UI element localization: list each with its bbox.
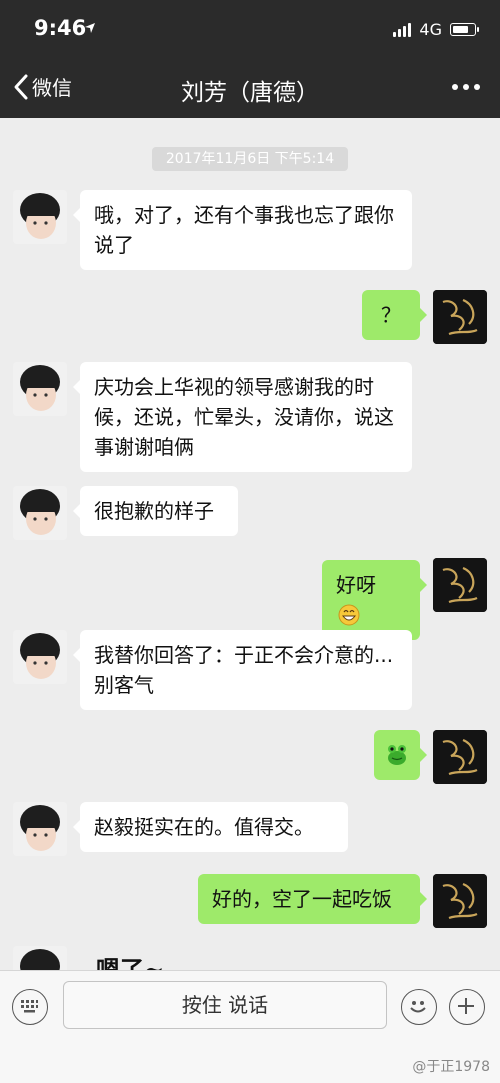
message-bubble-incoming[interactable]: 我替你回答了：于正不会介意的...别客气 [73,630,412,710]
message-bubble-outgoing[interactable]: 好的，空了一起吃饭 [198,874,427,924]
my-avatar[interactable] [433,558,487,612]
contact-avatar[interactable] [13,190,67,244]
battery-icon [450,23,479,36]
message-bubble-outgoing[interactable]: 好呀 [322,560,427,640]
smiley-icon [410,1001,426,1013]
contact-avatar[interactable] [13,362,67,416]
input-bar: 按住 说话 [0,970,500,1041]
timestamp-badge: 2017年11月6日 下午5:14 [152,147,348,171]
my-avatar[interactable] [433,874,487,928]
keyboard-toggle-button[interactable] [12,989,48,1025]
hold-to-talk-button[interactable]: 按住 说话 [63,981,387,1029]
message-bubble-outgoing[interactable]: ？ [362,290,427,340]
message-bubble-incoming[interactable]: 很抱歉的样子 [73,486,238,536]
emoji-button[interactable] [401,989,437,1025]
status-time: 9:46 [34,16,87,40]
grin-emoji-icon [338,604,360,626]
contact-avatar[interactable] [13,802,67,856]
more-functions-button[interactable] [449,989,485,1025]
watermark: @于正1978 [412,1059,490,1075]
signal-icon [393,22,412,37]
bottom-area: @于正1978 [0,1040,500,1083]
sticker-message[interactable]: 嗯了~ [96,950,164,970]
message-list[interactable]: 2017年11月6日 下午5:14 哦，对了，还有个事我也忘了跟你说了 ？ 庆功… [0,118,500,970]
network-label: 4G [419,20,442,39]
status-bar: 9:46 4G [0,0,500,58]
frog-emoji-icon [388,745,406,765]
message-bubble-incoming[interactable]: 庆功会上华视的领导感谢我的时候，还说，忙晕头，没请你，说这事谢谢咱俩 [73,362,412,472]
contact-avatar[interactable] [13,630,67,684]
contact-avatar[interactable] [13,486,67,540]
more-options-button[interactable] [452,84,480,90]
plus-icon [458,998,474,1014]
message-bubble-outgoing[interactable] [374,730,427,780]
my-avatar[interactable] [433,290,487,344]
message-text: 好呀 [336,573,376,597]
contact-avatar[interactable] [13,946,67,970]
keyboard-icon [21,1000,38,1013]
chat-title: 刘芳（唐德） [181,80,319,106]
message-bubble-incoming[interactable]: 哦，对了，还有个事我也忘了跟你说了 [73,190,412,270]
location-arrow-icon [85,23,95,33]
chat-header: 微信 刘芳（唐德） [0,58,500,118]
my-avatar[interactable] [433,730,487,784]
message-bubble-incoming[interactable]: 赵毅挺实在的。值得交。 [73,802,348,852]
